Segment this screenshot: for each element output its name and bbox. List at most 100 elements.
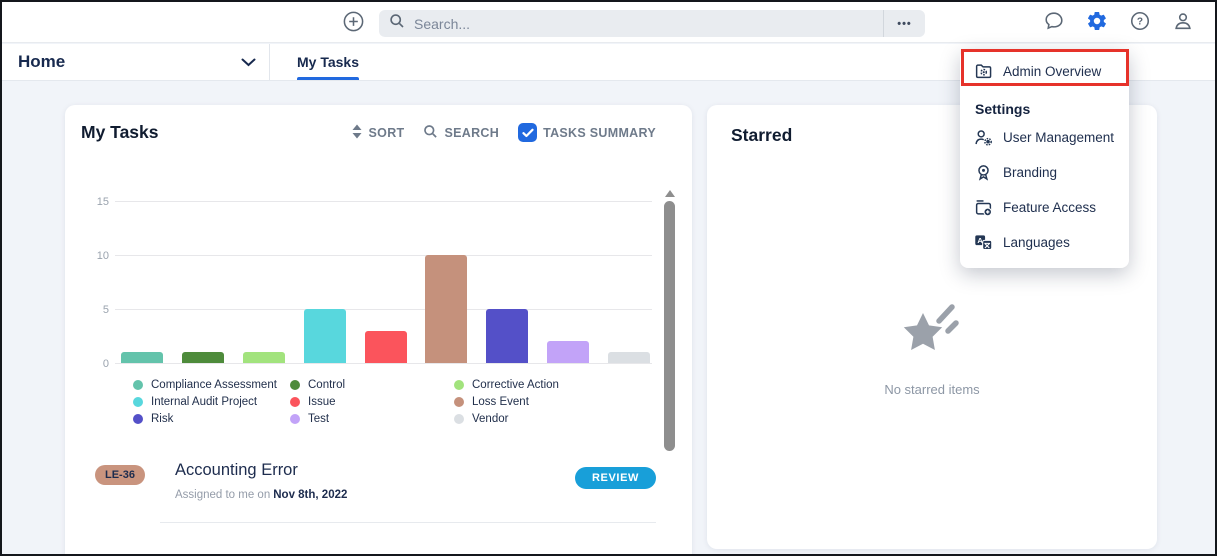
menu-item-user-management[interactable]: User Management	[960, 120, 1129, 155]
search-icon	[389, 13, 405, 34]
chart-bar	[182, 352, 224, 363]
home-selector[interactable]: Home	[18, 44, 256, 80]
legend-label: Compliance Assessment	[151, 379, 277, 391]
task-divider	[160, 522, 656, 523]
legend-item: Corrective Action	[454, 379, 672, 391]
settings-gear-icon	[1086, 10, 1108, 35]
chart-ytick-label: 0	[83, 358, 109, 370]
legend-label: Risk	[151, 413, 173, 425]
legend-item: Compliance Assessment	[133, 379, 290, 391]
chat-button[interactable]	[1042, 11, 1065, 34]
search-bar: •••	[379, 10, 925, 37]
menu-section-settings: Settings	[960, 90, 1129, 120]
tasks-summary-toggle[interactable]: TASKS SUMMARY	[518, 123, 656, 142]
app-window: •••	[0, 0, 1217, 556]
starred-empty-state: No starred items	[707, 301, 1157, 397]
legend-dot	[133, 397, 143, 407]
search-icon	[423, 124, 438, 142]
sort-icon	[351, 124, 363, 142]
legend-label: Issue	[308, 396, 336, 408]
my-tasks-header: My Tasks SORT SEARCH	[65, 105, 692, 143]
search-tasks-button[interactable]: SEARCH	[423, 124, 499, 142]
legend-label: Corrective Action	[472, 379, 559, 391]
legend-dot	[290, 397, 300, 407]
chart-bar	[425, 255, 467, 363]
assigned-date: Nov 8th, 2022	[273, 489, 347, 501]
tab-my-tasks[interactable]: My Tasks	[270, 44, 386, 80]
tasks-summary-checkbox[interactable]	[518, 123, 537, 142]
chart-bar	[304, 309, 346, 363]
create-new-button[interactable]	[341, 10, 365, 34]
chart-gridline	[115, 363, 652, 364]
user-management-icon	[974, 128, 993, 147]
profile-button[interactable]	[1171, 11, 1194, 34]
my-tasks-toolbar: SORT SEARCH TASKS	[351, 123, 656, 142]
chart-legend: Compliance Assessment Control Corrective A…	[133, 379, 672, 425]
scroll-up-arrow[interactable]	[665, 190, 675, 197]
settings-button[interactable]	[1085, 11, 1108, 34]
user-profile-icon	[1172, 10, 1194, 35]
chevron-down-icon	[241, 52, 256, 72]
legend-item: Risk	[133, 413, 290, 425]
menu-item-label: Languages	[1003, 235, 1070, 250]
legend-dot	[290, 414, 300, 424]
chart-bar	[243, 352, 285, 363]
chart-ytick-label: 5	[83, 304, 109, 316]
tab-label: My Tasks	[297, 54, 359, 70]
menu-item-branding[interactable]: Branding	[960, 155, 1129, 190]
legend-item: Control	[290, 379, 454, 391]
search-label: SEARCH	[444, 126, 499, 140]
sort-label: SORT	[369, 126, 405, 140]
assigned-prefix: Assigned to me on	[175, 489, 270, 501]
my-tasks-card: My Tasks SORT SEARCH	[65, 105, 692, 556]
chart-bar	[547, 341, 589, 363]
legend-item: Vendor	[454, 413, 672, 425]
plus-circle-icon	[342, 21, 365, 36]
starred-empty-text: No starred items	[707, 382, 1157, 397]
topbar-icon-group: ?	[1042, 11, 1194, 34]
menu-item-admin-overview[interactable]: Admin Overview	[960, 53, 1129, 90]
chart-bars	[121, 255, 650, 363]
topbar: •••	[2, 2, 1215, 43]
task-title[interactable]: Accounting Error	[175, 461, 347, 480]
legend-item: Test	[290, 413, 454, 425]
legend-item: Issue	[290, 396, 454, 408]
admin-dropdown-menu: Admin Overview Settings User Management	[960, 49, 1129, 268]
menu-item-label: Feature Access	[1003, 200, 1096, 215]
help-icon: ?	[1129, 10, 1151, 35]
task-assigned-text: Assigned to me onNov 8th, 2022	[175, 489, 347, 501]
search-input[interactable]	[412, 15, 883, 33]
chart-ytick-label: 15	[83, 196, 109, 208]
legend-dot	[133, 414, 143, 424]
active-tab-underline	[297, 77, 359, 80]
my-tasks-scrollbar	[664, 190, 675, 451]
chart-bar	[608, 352, 650, 363]
admin-overview-icon	[974, 62, 993, 81]
menu-item-feature-access[interactable]: Feature Access	[960, 190, 1129, 225]
tasks-summary-chart: 051015	[115, 184, 652, 364]
scrollbar-thumb[interactable]	[664, 201, 675, 451]
menu-item-languages[interactable]: A Languages	[960, 225, 1129, 260]
legend-label: Internal Audit Project	[151, 396, 257, 408]
legend-label: Control	[308, 379, 345, 391]
legend-dot	[454, 414, 464, 424]
search-more-options-button[interactable]: •••	[883, 10, 925, 37]
legend-label: Vendor	[472, 413, 508, 425]
task-main: Accounting Error Assigned to me onNov 8t…	[175, 461, 347, 501]
menu-item-label: User Management	[1003, 130, 1114, 145]
task-id-badge: LE-36	[95, 465, 145, 485]
legend-label: Test	[308, 413, 329, 425]
chart-bar	[365, 331, 407, 363]
chart-gridline	[115, 201, 652, 202]
task-row[interactable]: LE-36 Accounting Error Assigned to me on…	[95, 461, 656, 501]
chat-icon	[1043, 10, 1065, 35]
help-button[interactable]: ?	[1128, 11, 1151, 34]
legend-item: Internal Audit Project	[133, 396, 290, 408]
task-status-badge[interactable]: REVIEW	[575, 467, 656, 489]
feature-access-icon	[974, 198, 993, 217]
legend-item: Loss Event	[454, 396, 672, 408]
sort-button[interactable]: SORT	[351, 124, 405, 142]
legend-dot	[290, 380, 300, 390]
chart-bar	[121, 352, 163, 363]
chart-ytick-label: 10	[83, 250, 109, 262]
